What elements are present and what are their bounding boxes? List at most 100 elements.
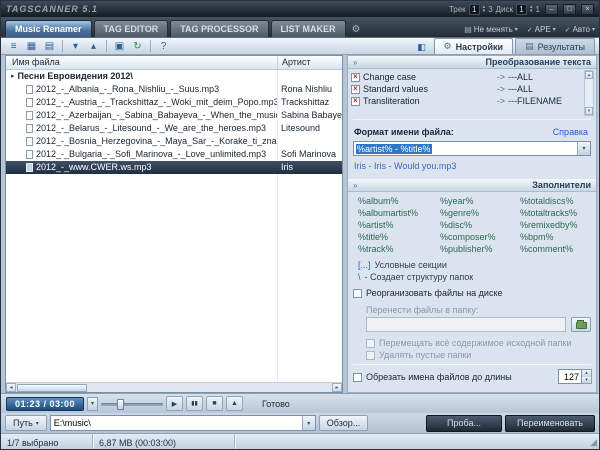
tab-music-renamer[interactable]: Music Renamer: [5, 20, 92, 37]
close-button[interactable]: ×: [581, 4, 594, 15]
placeholder-token[interactable]: %bpm%: [520, 232, 592, 242]
placeholder-token[interactable]: %remixedby%: [520, 220, 592, 230]
rename-button[interactable]: Переименовать: [505, 415, 595, 432]
grid-view-icon[interactable]: ▦: [23, 39, 40, 54]
transform-row[interactable]: × Transliteration -> ---FILENAME: [351, 95, 582, 107]
truncate-length-stepper[interactable]: ▴▾: [558, 369, 592, 384]
dropdown-arrow-icon[interactable]: ▾: [302, 416, 315, 430]
file-row-selected[interactable]: 2012_-_www.CWER.ws.mp3 Iris: [6, 161, 342, 174]
transform-value[interactable]: ---FILENAME: [508, 96, 582, 106]
eject-button[interactable]: ▲: [226, 396, 243, 411]
path-combo[interactable]: ▾: [50, 415, 316, 431]
move-to-folder-input[interactable]: [366, 317, 566, 332]
vertical-scrollbar[interactable]: ▴ ▾: [584, 70, 594, 116]
reorganize-checkbox[interactable]: [353, 289, 362, 298]
slider-thumb[interactable]: [117, 399, 124, 410]
truncate-checkbox[interactable]: [353, 373, 362, 382]
file-row[interactable]: 2012_-_Bosnia_Herzegovina_-_Maya_Sar_-_K…: [6, 135, 342, 148]
placeholder-token[interactable]: %album%: [358, 196, 440, 206]
placeholder-token[interactable]: %artist%: [358, 220, 440, 230]
move-down-icon[interactable]: ▾: [67, 39, 84, 54]
ape-dropdown[interactable]: ✓ АРЕ ▾: [527, 25, 556, 34]
resize-grip-icon[interactable]: ◢: [590, 437, 599, 448]
scrollbar-thumb[interactable]: [17, 384, 87, 392]
save-icon[interactable]: ▣: [111, 39, 128, 54]
transform-checkbox[interactable]: ×: [351, 97, 360, 106]
file-row[interactable]: 2012_-_Bulgaria_-_Sofi_Marinova_-_Love_u…: [6, 148, 342, 161]
transform-value[interactable]: ---ALL: [508, 84, 582, 94]
format-input[interactable]: %artist% - %title% ▾: [353, 141, 591, 156]
path-input[interactable]: [51, 418, 302, 428]
placeholder-token[interactable]: %genre%: [440, 208, 520, 218]
placeholder-token[interactable]: %totaldiscs%: [520, 196, 592, 206]
transform-checkbox[interactable]: ×: [351, 85, 360, 94]
stop-button[interactable]: ■: [206, 396, 223, 411]
placeholder-token[interactable]: %publisher%: [440, 244, 520, 254]
truncate-option[interactable]: Обрезать имена файлов до длины: [353, 371, 512, 383]
refresh-icon[interactable]: ↻: [129, 39, 146, 54]
auto-dropdown[interactable]: ✓ Авто ▾: [565, 25, 595, 34]
tab-tag-processor[interactable]: TAG PROCESSOR: [170, 20, 268, 37]
details-view-icon[interactable]: ▤: [41, 39, 58, 54]
file-row[interactable]: 2012_-_Azerbaijan_-_Sabina_Babayeva_-_Wh…: [6, 109, 342, 122]
list-view-icon[interactable]: ≡: [5, 39, 22, 54]
scroll-down-icon[interactable]: ▾: [585, 107, 593, 115]
help-link[interactable]: Справка: [553, 127, 588, 137]
backslash-token[interactable]: \: [358, 272, 361, 282]
move-all-option[interactable]: Перемещать всё содержимое исходной папки: [366, 337, 572, 349]
options-gear-icon[interactable]: ⚙: [352, 24, 361, 35]
preview-button[interactable]: Проба...: [426, 415, 502, 432]
stepper-buttons[interactable]: ▴▾: [582, 369, 592, 384]
placeholder-token[interactable]: %composer%: [440, 232, 520, 242]
disc-number[interactable]: 1: [516, 4, 527, 15]
transform-checkbox[interactable]: ×: [351, 73, 360, 82]
transform-row[interactable]: × Standard values -> ---ALL: [351, 83, 582, 95]
pause-button[interactable]: ▮▮: [186, 396, 203, 411]
delete-empty-option[interactable]: Удалять пустые папки: [366, 349, 471, 361]
section-chevrons-icon[interactable]: »: [353, 181, 357, 190]
horizontal-scrollbar[interactable]: ◂ ▸: [6, 382, 342, 392]
placeholder-token[interactable]: %totaltracks%: [520, 208, 592, 218]
track-spinner[interactable]: ▴▾: [483, 5, 486, 13]
transform-row[interactable]: × Change case -> ---ALL: [351, 71, 582, 83]
scroll-left-icon[interactable]: ◂: [6, 383, 16, 392]
expand-twisty-icon[interactable]: ▸: [11, 70, 15, 83]
dropdown-arrow-icon[interactable]: ▾: [577, 142, 590, 155]
panel-toggle-icon[interactable]: ◧: [415, 40, 429, 54]
move-up-icon[interactable]: ▴: [85, 39, 102, 54]
file-row[interactable]: 2012_-_Austria_-_Trackshittaz_-_Woki_mit…: [6, 96, 342, 109]
file-row[interactable]: 2012_-_Belarus_-_Litesound_-_We_are_the_…: [6, 122, 342, 135]
spin-down-icon[interactable]: ▾: [582, 377, 591, 384]
tab-list-maker[interactable]: LIST MAKER: [271, 20, 346, 37]
help-icon[interactable]: ?: [155, 39, 172, 54]
delete-empty-checkbox[interactable]: [366, 351, 375, 360]
browse-button[interactable]: Обзор...: [319, 415, 369, 431]
tab-results[interactable]: ▤ Результаты: [515, 38, 595, 54]
maximize-button[interactable]: □: [563, 4, 576, 15]
spin-down-icon[interactable]: ▾: [483, 9, 486, 13]
scroll-right-icon[interactable]: ▸: [332, 383, 342, 392]
disc-spinner[interactable]: ▴▾: [530, 5, 533, 13]
browse-folder-button[interactable]: [571, 317, 591, 332]
minimize-button[interactable]: –: [545, 4, 558, 15]
brackets-token[interactable]: [...]: [358, 260, 371, 270]
placeholder-token[interactable]: %title%: [358, 232, 440, 242]
folder-row[interactable]: ▸ Песни Евровидения 2012\: [6, 70, 342, 83]
seek-slider[interactable]: [101, 397, 163, 411]
placeholder-token[interactable]: %comment%: [520, 244, 592, 254]
column-header-artist[interactable]: Артист: [277, 56, 342, 69]
file-row[interactable]: 2012_-_Albania_-_Rona_Nishliu_-_Suus.mp3…: [6, 83, 342, 96]
transform-value[interactable]: ---ALL: [508, 72, 582, 82]
placeholder-token[interactable]: %disc%: [440, 220, 520, 230]
move-all-checkbox[interactable]: [366, 339, 375, 348]
column-header-filename[interactable]: Имя файла: [6, 56, 277, 69]
reorganize-option[interactable]: Реорганизовать файлы на диске: [353, 287, 503, 299]
case-mode-dropdown[interactable]: ▤ Не менять ▾: [464, 25, 518, 34]
truncate-length-input[interactable]: [558, 369, 582, 384]
section-chevrons-icon[interactable]: »: [353, 58, 357, 67]
placeholder-token[interactable]: %albumartist%: [358, 208, 440, 218]
spin-down-icon[interactable]: ▾: [530, 9, 533, 13]
play-button[interactable]: ▶: [166, 396, 183, 411]
placeholder-token[interactable]: %track%: [358, 244, 440, 254]
tab-settings[interactable]: ⚙ Настройки: [434, 38, 514, 54]
